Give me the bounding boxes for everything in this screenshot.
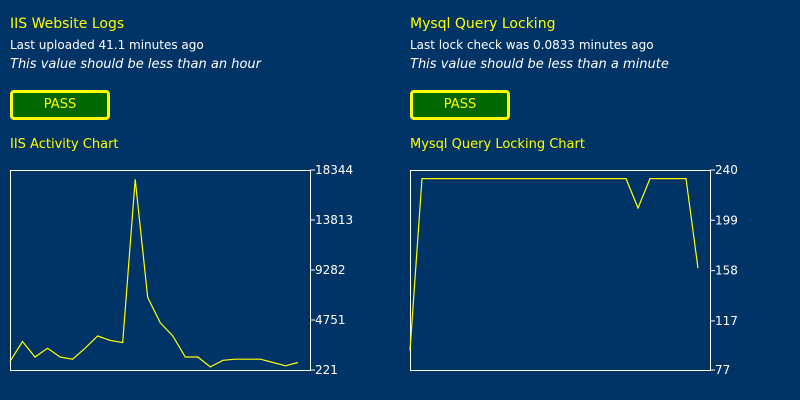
y-tick-label: 13813 xyxy=(315,213,353,227)
y-tick-label: 117 xyxy=(715,314,738,328)
dashboard: IIS Website Logs Last uploaded 41.1 minu… xyxy=(0,0,800,400)
plot-frame xyxy=(10,170,311,371)
y-tick-label: 199 xyxy=(715,213,738,227)
iis-panel: IIS Website Logs Last uploaded 41.1 minu… xyxy=(9,0,410,400)
plot-frame xyxy=(410,170,711,371)
y-tick-label: 77 xyxy=(715,363,730,377)
series-line xyxy=(9,179,299,368)
mysql-panel: Mysql Query Locking Last lock check was … xyxy=(409,0,800,400)
iis-activity-chart: 18344 13813 9282 4751 221 xyxy=(9,163,353,377)
y-tick-label: 18344 xyxy=(315,163,353,177)
y-tick-label: 240 xyxy=(715,163,738,177)
y-tick-label: 158 xyxy=(715,264,738,278)
y-tick-label: 9282 xyxy=(315,263,346,277)
y-tick-label: 221 xyxy=(315,363,338,377)
series-line xyxy=(409,178,699,351)
y-tick-label: 4751 xyxy=(315,313,346,327)
mysql-locking-chart: 240 199 158 117 77 xyxy=(409,163,738,377)
